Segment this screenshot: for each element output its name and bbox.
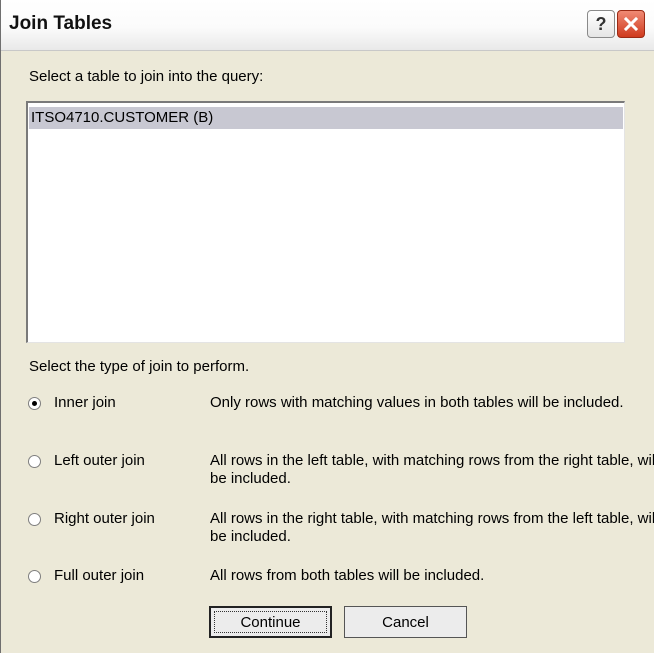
full-outer-join-description: All rows from both tables will be includ…: [210, 567, 485, 584]
join-option-full-outer[interactable]: Full outer join All rows from both table…: [28, 567, 648, 611]
cancel-button[interactable]: Cancel: [344, 606, 467, 638]
inner-join-label[interactable]: Inner join: [54, 394, 116, 411]
radio-right-outer-join[interactable]: [28, 513, 41, 526]
table-prompt-label: Select a table to join into the query:: [29, 68, 264, 85]
window-title: Join Tables: [9, 13, 113, 34]
table-list-item-label: ITSO4710.CUSTOMER (B): [31, 109, 214, 126]
left-outer-join-description: All rows in the left table, with matchin…: [210, 452, 654, 487]
left-outer-join-label[interactable]: Left outer join: [54, 452, 145, 469]
focus-rectangle: [214, 611, 327, 633]
join-tables-dialog: Join Tables ? Select a table to join int…: [0, 0, 654, 653]
help-icon: ?: [595, 13, 607, 34]
continue-button[interactable]: Continue: [209, 606, 332, 638]
close-button[interactable]: [617, 10, 645, 38]
inner-join-description: Only rows with matching values in both t…: [210, 394, 624, 411]
close-icon: [623, 16, 639, 32]
help-button[interactable]: ?: [587, 10, 615, 38]
radio-selected-dot: [32, 401, 37, 406]
join-option-right-outer[interactable]: Right outer join All rows in the right t…: [28, 510, 654, 554]
table-list-item[interactable]: ITSO4710.CUSTOMER (B): [29, 107, 623, 129]
radio-inner-join[interactable]: [28, 397, 41, 410]
title-bar[interactable]: Join Tables ?: [1, 0, 654, 51]
cancel-button-label: Cancel: [382, 613, 429, 631]
right-outer-join-label[interactable]: Right outer join: [54, 510, 155, 527]
full-outer-join-label[interactable]: Full outer join: [54, 567, 144, 584]
radio-left-outer-join[interactable]: [28, 455, 41, 468]
join-type-prompt-label: Select the type of join to perform.: [29, 358, 250, 375]
join-option-left-outer[interactable]: Left outer join All rows in the left tab…: [28, 452, 654, 496]
radio-full-outer-join[interactable]: [28, 570, 41, 583]
table-listbox[interactable]: ITSO4710.CUSTOMER (B): [26, 101, 625, 343]
right-outer-join-description: All rows in the right table, with matchi…: [210, 510, 654, 545]
join-option-inner[interactable]: Inner join Only rows with matching value…: [28, 394, 648, 438]
